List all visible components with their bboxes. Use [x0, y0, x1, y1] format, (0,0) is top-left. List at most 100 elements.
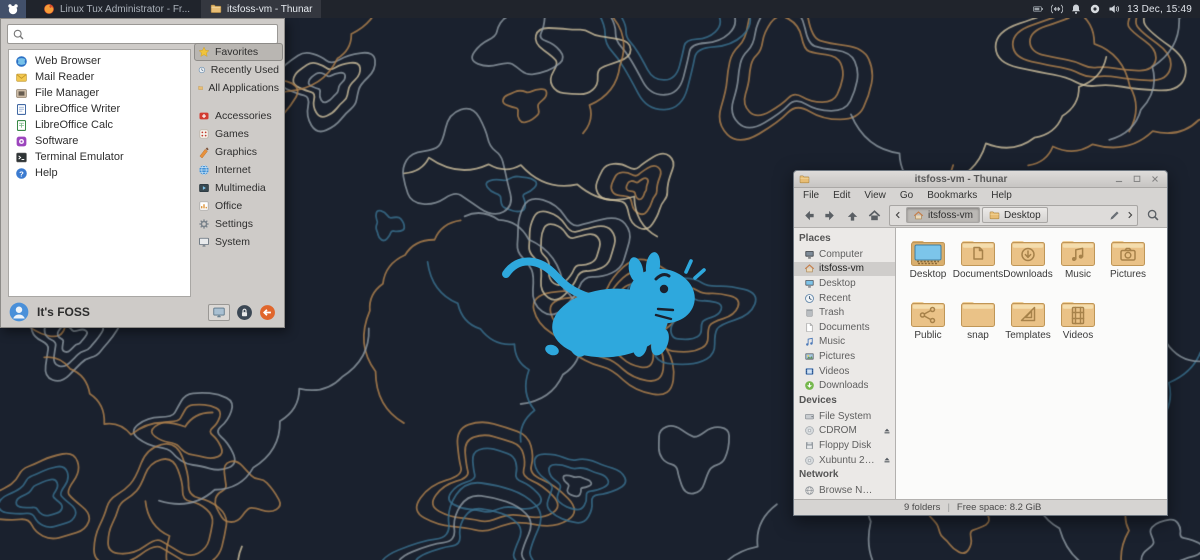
menubar-bookmarks[interactable]: Bookmarks	[927, 190, 977, 201]
menu-category-list: FavoritesRecently UsedAll Applications Ac…	[194, 43, 283, 251]
sidebar-item-desktop[interactable]: Desktop	[794, 276, 895, 291]
menu-category-accessories[interactable]: Accessories	[194, 107, 283, 125]
menu-category-system[interactable]: System	[194, 233, 283, 251]
menu-category-all-applications[interactable]: All Applications	[194, 79, 283, 97]
sidebar-item-videos[interactable]: Videos	[794, 364, 895, 379]
recent-icon	[804, 293, 815, 304]
sidebar-item-documents[interactable]: Documents	[794, 320, 895, 335]
menubar-view[interactable]: View	[864, 190, 886, 201]
lock-screen-button[interactable]	[236, 304, 253, 321]
file-item-videos[interactable]: Videos	[1053, 297, 1103, 358]
file-item-public[interactable]: Public	[903, 297, 953, 358]
menubar-edit[interactable]: Edit	[833, 190, 850, 201]
taskbar-window-button[interactable]: itsfoss-vm - Thunar	[201, 0, 321, 18]
tray-status-button[interactable]	[1089, 3, 1101, 15]
file-item-documents[interactable]: Documents	[953, 236, 1003, 297]
eject-button[interactable]	[882, 426, 892, 436]
favorites-icon	[198, 46, 210, 58]
display-settings-button[interactable]	[208, 304, 230, 321]
search-button[interactable]	[1142, 205, 1163, 225]
path-crumb-desktop[interactable]: Desktop	[982, 207, 1048, 223]
sidebar-item-cdrom[interactable]: CDROM	[794, 424, 895, 439]
tray-battery-button[interactable]	[1032, 3, 1044, 15]
folder-video-icon	[1058, 297, 1098, 329]
menu-app-libreoffice-writer[interactable]: LibreOffice Writer	[9, 101, 190, 117]
path-scroll-left-button[interactable]	[891, 207, 904, 223]
file-item-snap[interactable]: snap	[953, 297, 1003, 358]
thunar-statusbar: 9 folders | Free space: 8.2 GiB	[794, 499, 1167, 515]
menu-category-graphics[interactable]: Graphics	[194, 143, 283, 161]
thunar-titlebar[interactable]: itsfoss-vm - Thunar	[794, 171, 1167, 188]
thunar-sidebar: PlacesComputeritsfoss-vmDesktopRecentTra…	[794, 228, 896, 499]
menubar-file[interactable]: File	[803, 190, 819, 201]
menu-app-software[interactable]: Software	[9, 133, 190, 149]
taskbar-window-button[interactable]: Linux Tux Administrator - Fr...	[34, 0, 199, 18]
sidebar-item-file-system[interactable]: File System	[794, 409, 895, 424]
close-button[interactable]	[1148, 173, 1162, 185]
menu-search-field[interactable]	[7, 24, 278, 44]
user-avatar[interactable]	[9, 302, 29, 322]
logout-button[interactable]	[259, 304, 276, 321]
menubar-help[interactable]: Help	[991, 190, 1012, 201]
sidebar-item-pictures[interactable]: Pictures	[794, 349, 895, 364]
path-bar: itsfoss-vm Desktop	[889, 205, 1138, 226]
eject-button[interactable]	[882, 455, 892, 465]
sidebar-item-music[interactable]: Music	[794, 335, 895, 350]
menu-category-favorites[interactable]: Favorites	[194, 43, 283, 61]
sidebar-item-trash[interactable]: Trash	[794, 305, 895, 320]
menubar-go[interactable]: Go	[900, 190, 913, 201]
menu-app-libreoffice-calc[interactable]: LibreOffice Calc	[9, 117, 190, 133]
menu-app-terminal-emulator[interactable]: Terminal Emulator	[9, 149, 190, 165]
sidebar-item-floppy-disk[interactable]: Floppy Disk	[794, 438, 895, 453]
window-menu-icon[interactable]	[799, 174, 810, 185]
tray-network-button[interactable]	[1051, 3, 1063, 15]
thunar-toolbar: itsfoss-vm Desktop	[794, 203, 1167, 228]
menu-category-multimedia[interactable]: Multimedia	[194, 179, 283, 197]
menu-app-mail-reader[interactable]: Mail Reader	[9, 69, 190, 85]
file-item-music[interactable]: Music	[1053, 236, 1103, 297]
forward-button[interactable]	[820, 205, 841, 225]
up-button[interactable]	[842, 205, 863, 225]
menu-search-input[interactable]	[29, 26, 273, 43]
back-button[interactable]	[798, 205, 819, 225]
tray-volume-button[interactable]	[1108, 3, 1120, 15]
menu-app-label: Web Browser	[35, 55, 101, 67]
menu-category-games[interactable]: Games	[194, 125, 283, 143]
maximize-button[interactable]	[1130, 173, 1144, 185]
menu-category-settings[interactable]: Settings	[194, 215, 283, 233]
documents-icon	[804, 322, 815, 333]
path-edit-button[interactable]	[1108, 207, 1121, 223]
menu-category-label: Games	[215, 128, 249, 140]
path-crumb-itsfoss-vm[interactable]: itsfoss-vm	[906, 207, 980, 223]
sidebar-item-computer[interactable]: Computer	[794, 247, 895, 262]
recent-icon	[198, 64, 206, 76]
whisker-menu-button[interactable]	[0, 0, 26, 18]
file-item-pictures[interactable]: Pictures	[1103, 236, 1153, 297]
sidebar-item-xubuntu-23-04-am-[interactable]: Xubuntu 23.04 am...	[794, 453, 895, 468]
file-item-downloads[interactable]: Downloads	[1003, 236, 1053, 297]
menu-category-recently-used[interactable]: Recently Used	[194, 61, 283, 79]
menu-app-web-browser[interactable]: Web Browser	[9, 53, 190, 69]
path-crumb-label: itsfoss-vm	[928, 210, 973, 221]
file-item-templates[interactable]: Templates	[1003, 297, 1053, 358]
panel-clock[interactable]: 13 Dec, 15:49	[1127, 4, 1192, 15]
sidebar-item-itsfoss-vm[interactable]: itsfoss-vm	[794, 262, 895, 277]
menu-app-help[interactable]: ?Help	[9, 165, 190, 181]
mouse-tail	[506, 261, 588, 297]
sidebar-item-recent[interactable]: Recent	[794, 291, 895, 306]
sidebar-item-label: Xubuntu 23.04 am...	[819, 455, 877, 466]
menu-category-internet[interactable]: Internet	[194, 161, 283, 179]
svg-text:?: ?	[19, 169, 24, 178]
firefox-icon	[43, 3, 55, 15]
home-button[interactable]	[864, 205, 885, 225]
tray-notifications-button[interactable]	[1070, 3, 1082, 15]
file-item-desktop[interactable]: Desktop	[903, 236, 953, 297]
path-scroll-right-button[interactable]	[1123, 207, 1136, 223]
menu-app-file-manager[interactable]: File Manager	[9, 85, 190, 101]
minimize-button[interactable]	[1112, 173, 1126, 185]
menu-category-office[interactable]: Office	[194, 197, 283, 215]
sidebar-item-downloads[interactable]: Downloads	[794, 378, 895, 393]
sidebar-item-browse-network[interactable]: Browse Network	[794, 483, 895, 498]
volume-icon	[1108, 3, 1120, 15]
folder-doc-icon	[958, 236, 998, 268]
